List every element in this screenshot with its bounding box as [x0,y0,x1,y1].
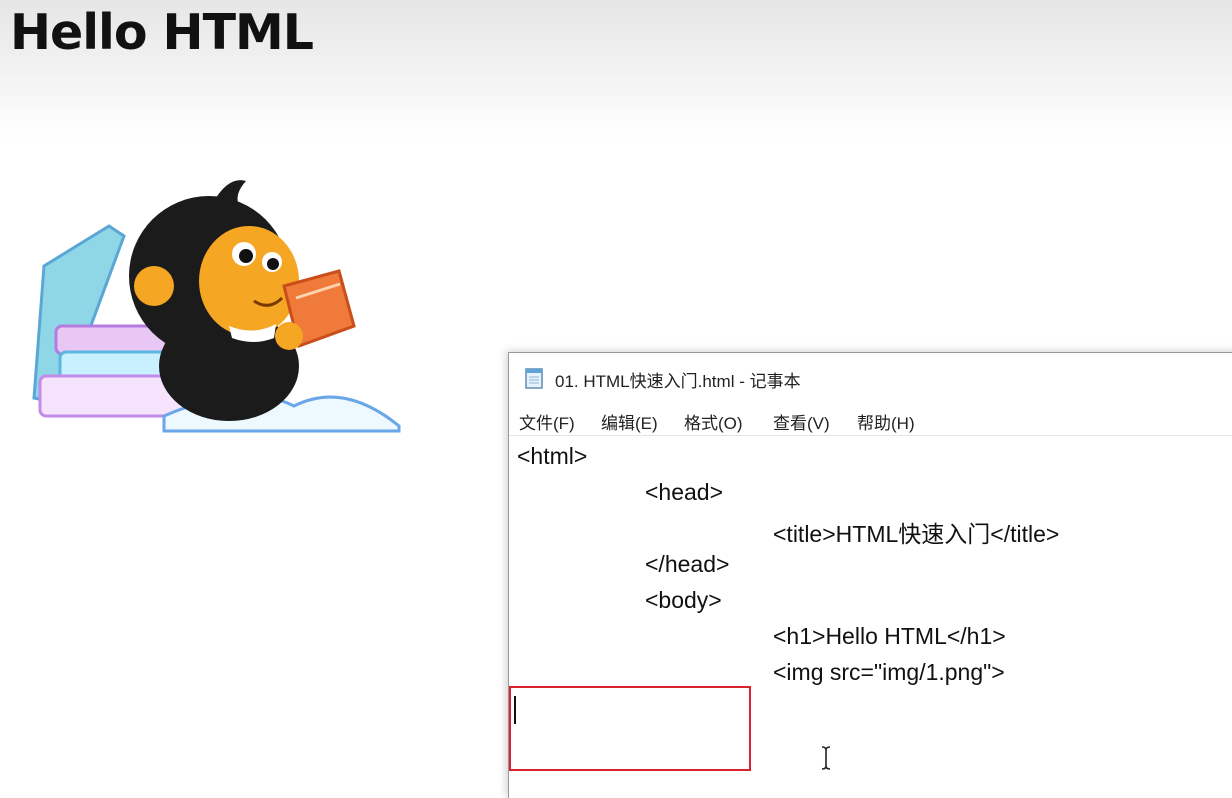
notepad-titlebar[interactable]: 01. HTML快速入门.html - 记事本 [509,353,1232,401]
code-line: <h1>Hello HTML</h1> [773,623,1006,649]
code-line: <title>HTML快速入门</title> [773,521,1060,547]
notepad-title: 01. HTML快速入门.html - 记事本 [555,372,801,391]
menu-edit[interactable]: 编辑(E) [601,409,658,434]
menubar: 文件(F) 编辑(E) 格式(O) 查看(V) 帮助(H) [509,403,1232,436]
menu-format[interactable]: 格式(O) [684,409,743,434]
code-line: <html> [517,443,588,469]
menu-file[interactable]: 文件(F) [519,409,575,434]
mascot-image [32,180,401,433]
code-line: </head> [645,551,730,577]
page-heading: Hello HTML [10,4,314,61]
notepad-icon [525,368,543,389]
highlight-box [509,686,751,771]
text-cursor-icon [821,746,831,770]
menu-view[interactable]: 查看(V) [773,409,830,434]
code-line: <head> [645,479,724,505]
code-line: <body> [645,587,722,613]
menu-help[interactable]: 帮助(H) [857,409,915,434]
code-line: <img src="img/1.png"> [773,659,1005,685]
